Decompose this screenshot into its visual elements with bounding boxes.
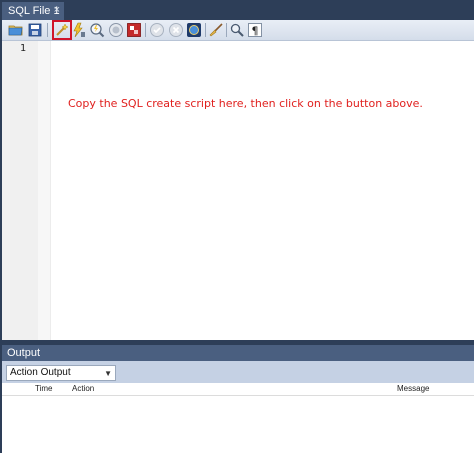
cancel-icon[interactable] <box>168 22 184 38</box>
find-icon[interactable] <box>229 22 245 38</box>
fold-margin <box>38 41 51 340</box>
broom-icon[interactable] <box>208 22 224 38</box>
column-header-action[interactable]: Action <box>72 384 94 393</box>
tab-bar: SQL File 1 × <box>0 0 474 20</box>
toolbar-separator <box>226 23 227 37</box>
output-panel-title: Output <box>2 345 474 361</box>
editor-toolbar: ¶ <box>2 20 474 41</box>
column-header-message[interactable]: Message <box>397 384 429 393</box>
save-icon[interactable] <box>27 22 43 38</box>
instruction-annotation: Copy the SQL create script here, then cl… <box>68 97 423 110</box>
tab-close-icon[interactable]: × <box>54 4 60 16</box>
toolbar-separator <box>47 23 48 37</box>
toolbar-separator <box>145 23 146 37</box>
magic-wand-icon[interactable] <box>52 20 72 40</box>
chevron-down-icon: ▼ <box>104 369 112 378</box>
output-type-select[interactable]: Action Output ▼ <box>6 365 116 381</box>
output-type-value: Action Output <box>10 367 71 378</box>
magnifier-lightning-icon[interactable] <box>89 22 105 38</box>
tab-title: SQL File 1 <box>8 5 60 17</box>
tab-sql-file-1[interactable]: SQL File 1 × <box>2 2 64 20</box>
toolbar-separator <box>205 23 206 37</box>
output-column-headers: Time Action Message <box>2 383 474 396</box>
output-toolbar: Action Output ▼ <box>2 361 474 383</box>
pilcrow-icon[interactable]: ¶ <box>247 22 263 38</box>
column-header-time[interactable]: Time <box>35 384 52 393</box>
lightning-cursor-icon[interactable] <box>71 22 87 38</box>
output-grid: Time Action Message <box>2 383 474 453</box>
globe-icon[interactable] <box>186 22 202 38</box>
open-folder-icon[interactable] <box>8 22 24 38</box>
stack-icon[interactable] <box>126 22 142 38</box>
check-icon[interactable] <box>149 22 165 38</box>
svg-text:¶: ¶ <box>252 25 259 38</box>
sql-editor[interactable]: 1 Copy the SQL create script here, then … <box>2 41 474 340</box>
line-number: 1 <box>19 43 26 54</box>
line-number-gutter: 1 <box>2 41 38 340</box>
stop-icon[interactable] <box>108 22 124 38</box>
